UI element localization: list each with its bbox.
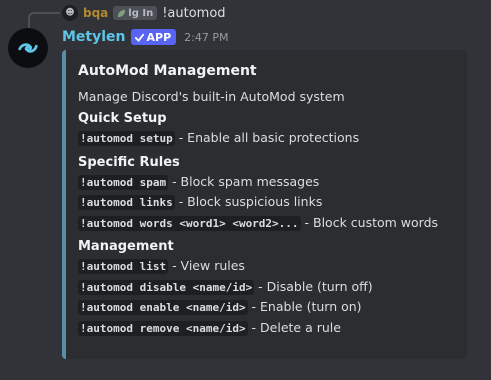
embed-title: AutoMod Management <box>78 63 257 79</box>
section-quick-setup: Quick Setup !automod setup - Enable all … <box>78 110 455 149</box>
embed-description: Manage Discord's built-in AutoMod system <box>78 89 345 104</box>
bot-username[interactable]: Metylen <box>62 29 126 45</box>
bot-avatar[interactable] <box>8 28 48 68</box>
reply-guild-tag-label: lg In <box>128 7 154 19</box>
app-badge-label: APP <box>146 30 172 44</box>
command-line: !automod words <word1> <word2>... - Bloc… <box>78 213 455 234</box>
command-code: !automod list <box>78 259 169 274</box>
swirl-logo-icon <box>18 43 38 53</box>
reply-avatar[interactable]: ☻ <box>62 5 78 21</box>
command-line: !automod remove <name/id> - Delete a rul… <box>78 318 455 339</box>
command-description: - Delete a rule <box>247 319 341 335</box>
message-timestamp[interactable]: 2:47 PM <box>184 31 228 44</box>
reply-text[interactable]: !automod <box>162 6 225 21</box>
command-description: - Enable (turn on) <box>247 299 362 314</box>
reply-username[interactable]: bqa <box>83 6 108 20</box>
command-description: - Enable all basic protections <box>174 130 360 145</box>
command-code: !automod spam <box>78 174 169 190</box>
section-management: Management !automod list - View rules !a… <box>78 238 455 338</box>
command-line: !automod setup - Enable all basic protec… <box>78 128 455 149</box>
command-code: !automod remove <name/id> <box>78 320 248 336</box>
command-description: - Block spam messages <box>168 173 320 189</box>
command-description: - Block suspicious links <box>174 194 323 209</box>
command-line: !automod spam - Block spam messages <box>78 172 455 193</box>
command-description: - Block custom words <box>300 214 439 230</box>
reply-guild-tag[interactable]: lg In <box>113 6 158 20</box>
section-title: Specific Rules <box>78 154 180 170</box>
message-header: Metylen APP 2:47 PM <box>62 27 228 47</box>
command-code: !automod disable <name/id> <box>78 279 255 295</box>
app-badge: APP <box>130 29 177 45</box>
checkmark-icon <box>134 33 144 42</box>
section-title: Quick Setup <box>78 111 167 126</box>
command-code: !automod enable <name/id> <box>78 300 248 315</box>
command-line: !automod links - Block suspicious links <box>78 192 455 213</box>
command-line: !automod disable <name/id> - Disable (tu… <box>78 277 455 298</box>
command-description: - Disable (turn off) <box>254 278 373 294</box>
command-code: !automod setup <box>78 131 175 146</box>
leaf-icon <box>118 9 126 17</box>
section-specific-rules: Specific Rules !automod spam - Block spa… <box>78 154 455 234</box>
reply-preview[interactable]: ☻ bqa lg In !automod <box>62 4 226 22</box>
reply-connector <box>28 12 60 28</box>
command-description: - View rules <box>168 258 245 273</box>
command-code: !automod links <box>78 195 175 210</box>
command-line: !automod enable <name/id> - Enable (turn… <box>78 297 455 318</box>
command-line: !automod list - View rules <box>78 256 455 277</box>
command-code: !automod words <word1> <word2>... <box>78 215 301 231</box>
section-title: Management <box>78 239 174 254</box>
automod-embed: AutoMod Management Manage Discord's buil… <box>62 50 467 359</box>
